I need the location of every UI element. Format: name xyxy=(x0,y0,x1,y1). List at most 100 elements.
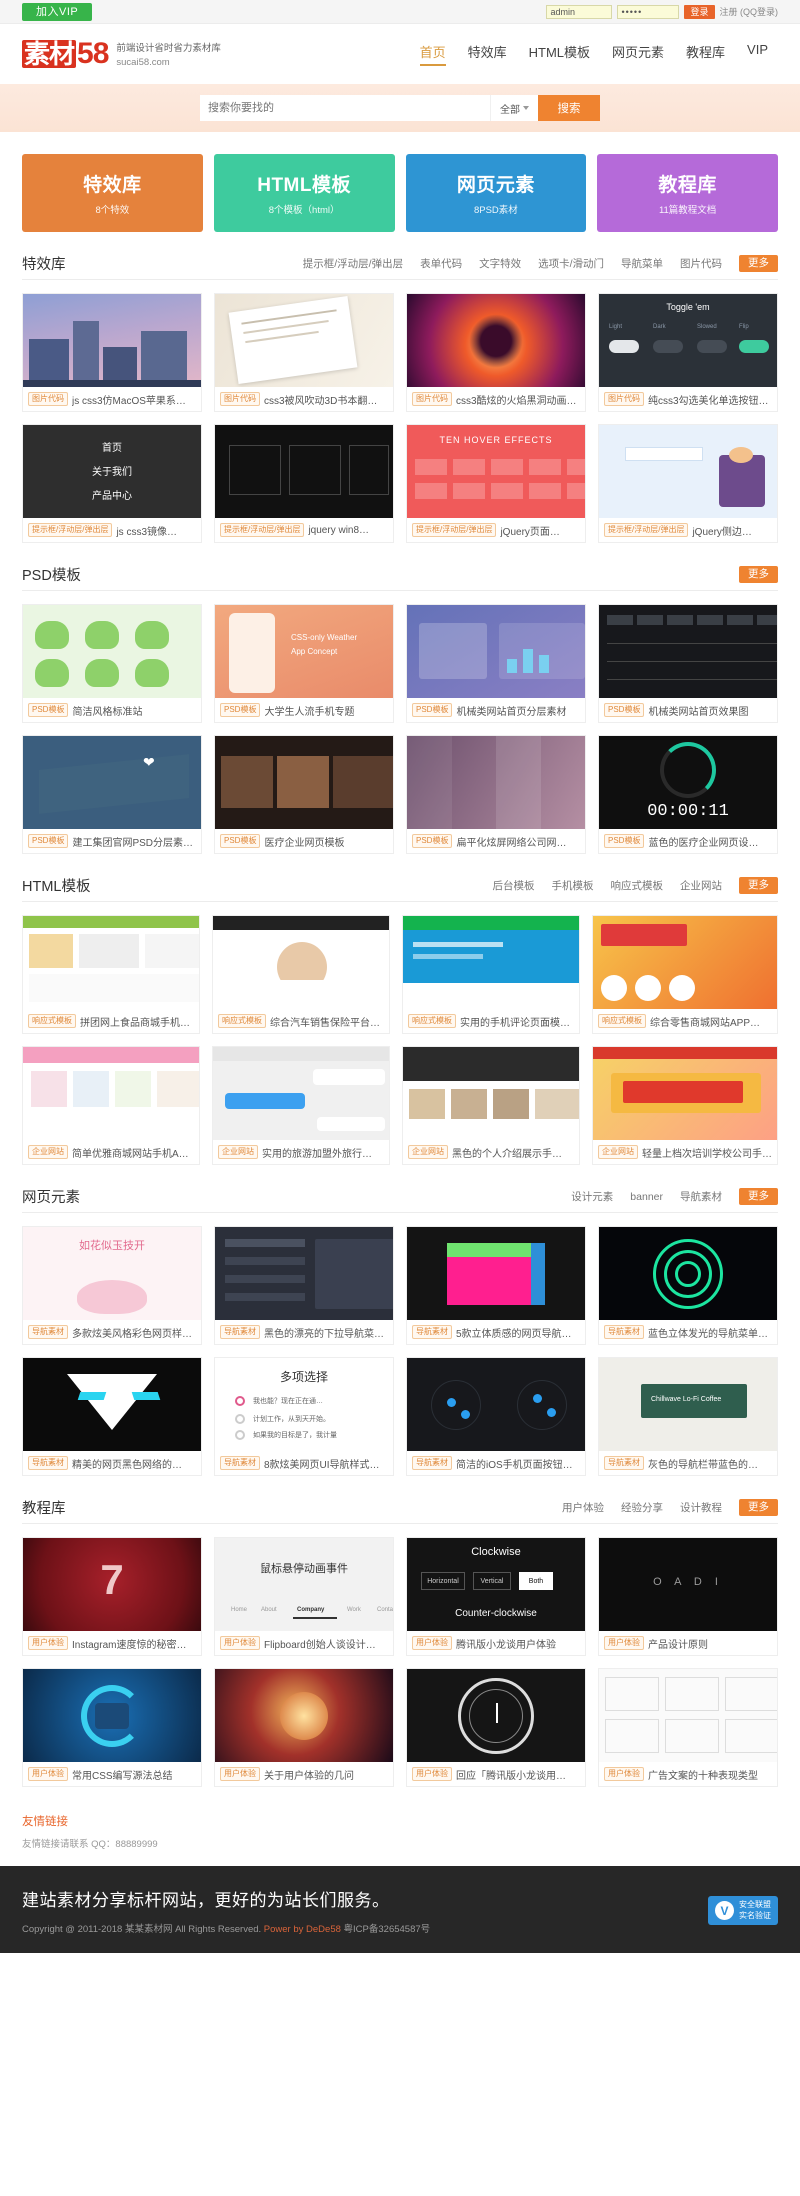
resource-item[interactable]: 图片代码 css3被风吹动3D书本翻… xyxy=(214,293,394,412)
username-input[interactable] xyxy=(546,4,613,19)
resource-item[interactable]: 00:00:11 PSD模板 蓝色的医疗企业网页设… xyxy=(598,735,778,854)
resource-item[interactable]: 用户体验 关于用户体验的几问 xyxy=(214,1668,394,1787)
badge-line1: 安全联盟 xyxy=(739,1899,771,1909)
thumbnail-image xyxy=(215,1227,393,1320)
section-link[interactable]: 提示框/浮动层/弹出层 xyxy=(303,256,403,271)
search-category-dropdown[interactable]: 全部 xyxy=(490,95,538,121)
resource-item[interactable]: 响应式模板 综合零售商城网站APP… xyxy=(592,915,778,1034)
item-tag: 导航素材 xyxy=(412,1456,452,1470)
resource-item[interactable]: 多项选择 我也能？现在正在通… 计划工作，从到天开始。 如果我的目标是了，我计量… xyxy=(214,1357,394,1476)
section-link[interactable]: 企业网站 xyxy=(680,878,722,893)
more-button[interactable]: 更多 xyxy=(739,255,778,272)
register-link[interactable]: 注册 (QQ登录) xyxy=(720,5,779,18)
resource-item[interactable]: 图片代码 js css3仿MacOS苹果系… xyxy=(22,293,202,412)
resource-item[interactable]: 导航素材 蓝色立体发光的导航菜单… xyxy=(598,1226,778,1345)
friendly-links-title: 友情链接 xyxy=(22,1816,68,1828)
resource-item[interactable]: 导航素材 黑色的漂亮的下拉导航菜… xyxy=(214,1226,394,1345)
section-link[interactable]: 选项卡/滑动门 xyxy=(538,256,604,271)
section-link[interactable]: 手机模板 xyxy=(552,878,594,893)
security-badge[interactable]: V 安全联盟 实名验证 xyxy=(708,1895,778,1926)
resource-item[interactable]: PSD模板 扁平化炫屏网络公司网… xyxy=(406,735,586,854)
category-card-tutorials[interactable]: 教程库 11篇教程文档 xyxy=(597,154,778,232)
resource-item[interactable]: 响应式模板 实用的手机评论页面模… xyxy=(402,915,580,1034)
resource-item[interactable]: 导航素材 简洁的iOS手机页面按钮… xyxy=(406,1357,586,1476)
item-title: js css3镜像… xyxy=(116,526,178,538)
resource-item[interactable]: 提示框/浮动层/弹出层 jquery win8… xyxy=(214,424,394,543)
more-button[interactable]: 更多 xyxy=(739,1499,778,1516)
section-link[interactable]: 导航菜单 xyxy=(621,256,663,271)
nav-item-tutorials[interactable]: 教程库 xyxy=(686,42,725,66)
more-button[interactable]: 更多 xyxy=(739,877,778,894)
password-input[interactable] xyxy=(617,4,680,19)
item-title: 大学生人流手机专题 xyxy=(264,706,355,718)
resource-item[interactable]: Chillwave Lo-Fi Coffee 导航素材 灰色的导航栏带蓝色的… xyxy=(598,1357,778,1476)
resource-item[interactable]: O A D I 用户体验 产品设计原则 xyxy=(598,1537,778,1656)
login-button[interactable]: 登录 xyxy=(684,4,715,19)
resource-item[interactable]: Clockwise Horizontal Vertical Both Count… xyxy=(406,1537,586,1656)
resource-item[interactable]: 企业网站 简单优雅商城网站手机A… xyxy=(22,1046,200,1165)
join-vip-button[interactable]: 加入VIP xyxy=(22,2,93,21)
resource-item[interactable]: 企业网站 实用的旅游加盟外旅行… xyxy=(212,1046,390,1165)
item-title: 综合零售商城网站APP… xyxy=(650,1017,761,1029)
item-title: 5款立体质感的网页导航… xyxy=(456,1328,572,1340)
category-card-elements[interactable]: 网页元素 8PSD素材 xyxy=(405,154,587,232)
section-link[interactable]: 表单代码 xyxy=(420,256,462,271)
site-logo[interactable]: 素材 58 前端设计省时省力素材库 sucai58.com xyxy=(22,38,221,70)
resource-item[interactable]: 用户体验 回应「腾讯版小龙谈用… xyxy=(406,1668,586,1787)
nav-item-vip[interactable]: VIP xyxy=(747,42,768,66)
nav-item-effects[interactable]: 特效库 xyxy=(468,42,507,66)
resource-item[interactable]: 用户体验 广告文案的十种表现类型 xyxy=(598,1668,778,1787)
section-link[interactable]: 设计教程 xyxy=(680,1500,722,1515)
item-title: 实用的旅游加盟外旅行… xyxy=(262,1148,372,1160)
resource-item[interactable]: CSS-only Weather App Concept PSD模板 大学生人流… xyxy=(214,604,394,723)
resource-item[interactable]: 响应式模板 拼团网上食品商城手机… xyxy=(22,915,200,1034)
resource-item[interactable]: 企业网站 黑色的个人介绍展示手… xyxy=(402,1046,580,1165)
resource-item[interactable]: 导航素材 5款立体质感的网页导航… xyxy=(406,1226,586,1345)
item-title: Instagram速度惊的秘密… xyxy=(72,1639,187,1651)
search-button[interactable]: 搜索 xyxy=(538,95,600,121)
more-button[interactable]: 更多 xyxy=(739,1188,778,1205)
more-button[interactable]: 更多 xyxy=(739,566,778,583)
resource-item[interactable]: 鼠标悬停动画事件 Home About Company Work Contact… xyxy=(214,1537,394,1656)
resource-item[interactable]: Toggle 'em Light Dark Slowed Flip 图片代码 纯… xyxy=(598,293,778,412)
nav-item-home[interactable]: 首页 xyxy=(419,42,446,66)
section-link[interactable]: 导航素材 xyxy=(680,1189,722,1204)
resource-item[interactable]: 7 用户体验 Instagram速度惊的秘密… xyxy=(22,1537,202,1656)
resource-item[interactable]: 用户体验 常用CSS编写源法总结 xyxy=(22,1668,202,1787)
power-by-link[interactable]: Power by DeDe58 xyxy=(264,1924,341,1935)
section-header: 网页元素 设计元素 banner 导航素材 更多 xyxy=(22,1188,778,1213)
search-input[interactable] xyxy=(200,95,490,121)
logo-tagline: 前端设计省时省力素材库 sucai58.com xyxy=(116,38,221,70)
resource-item[interactable]: PSD模板 机械类网站首页分层素材 xyxy=(406,604,586,723)
resource-item[interactable]: 如花似玉技开 导航素材 多款炫美风格彩色网页样… xyxy=(22,1226,202,1345)
section-link[interactable]: 文字特效 xyxy=(479,256,521,271)
resource-item[interactable]: 首页 关于我们 产品中心 提示框/浮动层/弹出层 js css3镜像… xyxy=(22,424,202,543)
resource-item[interactable]: PSD模板 机械类网站首页效果图 xyxy=(598,604,778,723)
resource-item[interactable]: PSD模板 简洁风格标准站 xyxy=(22,604,202,723)
section-link[interactable]: 后台模板 xyxy=(493,878,535,893)
section-title: PSD模板 xyxy=(22,568,81,584)
item-caption: 提示框/浮动层/弹出层 js css3镜像… xyxy=(23,518,201,542)
category-card-html[interactable]: HTML模板 8个模板（html） xyxy=(213,154,395,232)
thumbnail-image xyxy=(215,294,393,387)
section-link[interactable]: 用户体验 xyxy=(562,1500,604,1515)
section-link[interactable]: banner xyxy=(630,1191,663,1203)
item-caption: 导航素材 简洁的iOS手机页面按钮… xyxy=(407,1451,585,1475)
resource-item[interactable]: 提示框/浮动层/弹出层 jQuery侧边… xyxy=(598,424,778,543)
nav-item-html[interactable]: HTML模板 xyxy=(529,42,590,66)
section-link[interactable]: 设计元素 xyxy=(571,1189,613,1204)
category-card-effects[interactable]: 特效库 8个特效 xyxy=(22,154,203,232)
item-caption: 企业网站 实用的旅游加盟外旅行… xyxy=(213,1140,389,1164)
section-link[interactable]: 响应式模板 xyxy=(611,878,664,893)
item-tag: PSD模板 xyxy=(604,703,645,717)
resource-item[interactable]: 导航素材 精美的网页黑色网络的… xyxy=(22,1357,202,1476)
resource-item[interactable]: TEN HOVER EFFECTS 提示框/浮动层/弹出层 jQuery页面… xyxy=(406,424,586,543)
resource-item[interactable]: 响应式模板 综合汽车销售保险平台… xyxy=(212,915,390,1034)
resource-item[interactable]: 图片代码 css3酷炫的火焰黑洞动画… xyxy=(406,293,586,412)
resource-item[interactable]: PSD模板 医疗企业网页模板 xyxy=(214,735,394,854)
nav-item-elements[interactable]: 网页元素 xyxy=(612,42,664,66)
section-link[interactable]: 经验分享 xyxy=(621,1500,663,1515)
resource-item[interactable]: ❤ PSD模板 建工集团官网PSD分层素… xyxy=(22,735,202,854)
resource-item[interactable]: 企业网站 轻量上档次培训学校公司手… xyxy=(592,1046,778,1165)
section-link[interactable]: 图片代码 xyxy=(680,256,722,271)
